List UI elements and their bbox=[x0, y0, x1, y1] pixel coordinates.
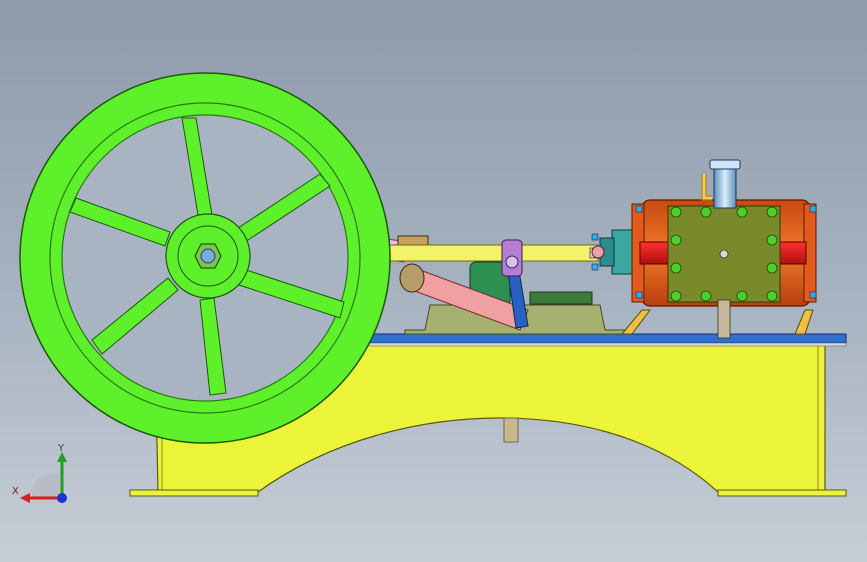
bolt-icon bbox=[766, 206, 778, 218]
triad-plane bbox=[31, 473, 60, 498]
y-axis-label: Y bbox=[57, 443, 65, 454]
z-axis-dot-icon bbox=[57, 493, 67, 503]
bolt-icon bbox=[670, 262, 682, 274]
bolt-icon bbox=[670, 234, 682, 246]
cad-viewport[interactable]: Y X bbox=[0, 0, 867, 562]
cylinder-gland[interactable] bbox=[591, 229, 639, 275]
coordinate-triad: Y X bbox=[12, 443, 67, 503]
steam-engine-model[interactable] bbox=[0, 0, 867, 562]
x-axis-label: X bbox=[12, 486, 19, 497]
cylinder-support[interactable] bbox=[620, 309, 814, 335]
bolt-icon bbox=[736, 290, 748, 302]
bolt-icon bbox=[670, 290, 682, 302]
x-axis-arrow-icon bbox=[20, 493, 30, 503]
flywheel[interactable] bbox=[19, 72, 391, 444]
bolt-icon bbox=[766, 262, 778, 274]
bolt-icon bbox=[766, 290, 778, 302]
bolt-icon bbox=[736, 206, 748, 218]
bolt-icon bbox=[766, 234, 778, 246]
bolt-icon bbox=[700, 206, 712, 218]
bolt-icon bbox=[700, 290, 712, 302]
valve-chest[interactable] bbox=[667, 205, 781, 303]
bolt-icon bbox=[670, 206, 682, 218]
